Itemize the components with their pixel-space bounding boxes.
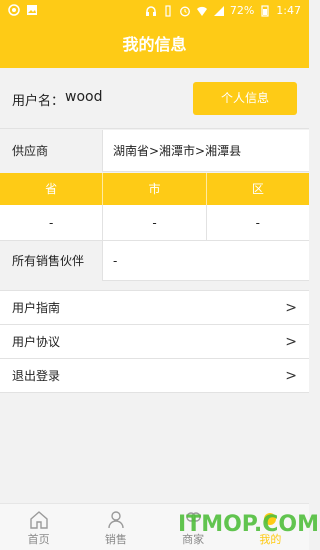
menu-item-label: 退出登录 bbox=[12, 369, 61, 383]
menu-item-user-agreement[interactable]: 用户协议 > bbox=[0, 325, 309, 359]
page-title: 我的信息 bbox=[0, 22, 309, 68]
tab-label: 销售 bbox=[104, 533, 127, 546]
battery-percent: 72% bbox=[229, 4, 255, 17]
region-value-province: - bbox=[0, 205, 104, 240]
user-row: 用户名： wood 个人信息 bbox=[0, 68, 309, 129]
region-header-province: 省 bbox=[0, 173, 104, 205]
home-icon bbox=[29, 511, 48, 529]
clock: 1:47 bbox=[276, 4, 301, 17]
supplier-row: 供应商 湖南省>湘潭市>湘潭县 bbox=[0, 130, 309, 172]
partners-value: - bbox=[113, 254, 118, 268]
person-icon bbox=[108, 511, 124, 529]
battery-icon bbox=[261, 4, 269, 17]
partners-row: 所有销售伙伴 - bbox=[0, 241, 309, 281]
status-bar: 72% 1:47 bbox=[0, 0, 309, 22]
supplier-label: 供应商 bbox=[0, 130, 103, 172]
chevron-right-icon: > bbox=[285, 368, 297, 384]
signal-icon bbox=[213, 5, 224, 16]
tab-home[interactable]: 首页 bbox=[0, 504, 77, 550]
tab-sales[interactable]: 销售 bbox=[77, 504, 154, 550]
region-value-city: - bbox=[103, 205, 207, 240]
menu-item-label: 用户协议 bbox=[12, 335, 61, 349]
region-value-district: - bbox=[255, 216, 260, 230]
wifi-icon bbox=[196, 6, 207, 16]
region-values: - - - bbox=[0, 205, 309, 241]
chevron-right-icon: > bbox=[285, 334, 297, 350]
profile-button[interactable]: 个人信息 bbox=[193, 82, 297, 115]
headphones-icon bbox=[145, 5, 156, 16]
settings-menu: 用户指南 > 用户协议 > 退出登录 > bbox=[0, 290, 309, 393]
tab-label: 首页 bbox=[27, 533, 50, 546]
supplier-value: 湖南省>湘潭市>湘潭县 bbox=[113, 144, 242, 158]
alarm-icon bbox=[179, 6, 190, 16]
vibrate-icon bbox=[165, 4, 171, 17]
region-header-city: 市 bbox=[103, 173, 207, 205]
username-label: 用户名： bbox=[12, 94, 65, 109]
chevron-right-icon: > bbox=[285, 300, 297, 316]
region-header: 省 市 区 bbox=[0, 173, 309, 205]
notification-icon bbox=[8, 4, 20, 16]
region-header-district: 区 bbox=[251, 182, 264, 196]
image-icon bbox=[27, 5, 37, 15]
partners-label: 所有销售伙伴 bbox=[0, 241, 103, 281]
username-value: wood bbox=[65, 89, 103, 105]
menu-item-logout[interactable]: 退出登录 > bbox=[0, 359, 309, 393]
menu-item-user-guide[interactable]: 用户指南 > bbox=[0, 291, 309, 325]
menu-item-label: 用户指南 bbox=[12, 301, 61, 315]
watermark: ITMOP.COM bbox=[178, 512, 319, 537]
